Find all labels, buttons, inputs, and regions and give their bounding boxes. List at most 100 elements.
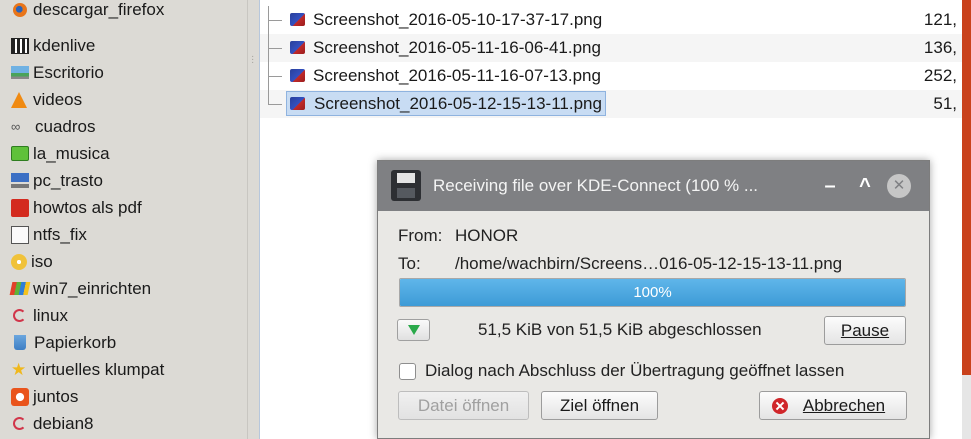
open-file-label: Datei öffnen <box>417 396 510 415</box>
splitter-grip: · · · <box>251 51 255 68</box>
keep-open-checkbox[interactable] <box>399 363 416 380</box>
triangle-down-icon <box>408 325 420 335</box>
computer-icon <box>11 173 29 188</box>
folder-green-icon <box>11 146 29 161</box>
ubuntu-icon <box>11 387 29 406</box>
place-juntos[interactable]: juntos <box>11 383 78 410</box>
place-label: virtuelles klumpat <box>33 359 165 379</box>
file-row[interactable]: Screenshot_2016-05-11-16-07-13.png 252, <box>260 62 963 90</box>
open-destination-button[interactable]: Ziel öffnen <box>541 391 658 420</box>
place-label: videos <box>33 89 83 109</box>
to-value: /home/wachbirn/Screens…016-05-12-15-13-1… <box>455 254 843 273</box>
cancel-icon <box>772 398 788 414</box>
place-kdenlive[interactable]: kdenlive <box>11 32 95 59</box>
details-toggle-button[interactable] <box>397 319 430 341</box>
place-label: la_musica <box>33 143 110 163</box>
vlc-cone-icon <box>11 91 27 108</box>
document-icon <box>11 225 29 244</box>
file-row[interactable]: Screenshot_2016-05-10-17-37-17.png 121, <box>260 6 963 34</box>
place-label: howtos als pdf <box>33 197 142 217</box>
dialog-titlebar[interactable]: Receiving file over KDE-Connect (100 % .… <box>378 161 929 211</box>
place-videos[interactable]: videos <box>11 86 82 113</box>
tree-line <box>268 76 282 77</box>
image-file-icon <box>290 41 305 54</box>
place-label: kdenlive <box>33 35 96 55</box>
tree-line <box>268 48 282 49</box>
place-label: Papierkorb <box>34 332 117 352</box>
places-panel: descargar_firefox kdenlive Escritorio vi… <box>0 0 247 439</box>
place-label: pc_trasto <box>33 170 103 190</box>
file-size: 252, <box>923 66 957 85</box>
debian-swirl-icon <box>13 309 26 322</box>
debian-swirl-icon <box>13 417 26 430</box>
place-iso[interactable]: iso <box>11 248 53 275</box>
place-label: cuadros <box>35 116 96 136</box>
file-size: 51, <box>933 94 957 113</box>
pause-label: Pause <box>840 321 890 340</box>
file-size: 136, <box>923 38 957 57</box>
pause-button[interactable]: Pause <box>824 316 906 345</box>
file-row[interactable]: Screenshot_2016-05-11-16-06-41.png 136, <box>260 34 963 62</box>
place-label: Escritorio <box>33 62 104 82</box>
place-descargar-firefox[interactable]: descargar_firefox <box>11 0 164 23</box>
floppy-save-icon <box>391 170 421 201</box>
cancel-button[interactable]: Abbrechen <box>759 391 907 420</box>
place-label: linux <box>33 305 68 325</box>
open-file-button[interactable]: Datei öffnen <box>398 391 529 420</box>
place-howtos-als-pdf[interactable]: howtos als pdf <box>11 194 142 221</box>
star-icon: ★ <box>11 359 27 379</box>
progress-text: 100% <box>633 284 672 301</box>
infinity-icon: ∞ <box>11 118 21 134</box>
to-label: To: <box>398 254 421 273</box>
close-button[interactable]: ✕ <box>887 174 911 198</box>
trash-icon <box>14 335 26 350</box>
image-file-icon <box>290 97 305 110</box>
image-file-icon <box>290 13 305 26</box>
place-cuadros[interactable]: ∞ cuadros <box>11 113 95 140</box>
kde-connect-transfer-dialog: Receiving file over KDE-Connect (100 % .… <box>377 160 930 439</box>
transfer-status: 51,5 KiB von 51,5 KiB abgeschlossen <box>478 320 762 339</box>
clapperboard-icon <box>11 37 29 54</box>
progress-bar: 100% <box>399 278 906 307</box>
file-name: Screenshot_2016-05-10-17-37-17.png <box>313 10 603 29</box>
tree-line <box>268 20 282 21</box>
place-label: win7_einrichten <box>33 278 152 298</box>
place-label: ntfs_fix <box>33 224 87 244</box>
file-size: 121, <box>923 10 957 29</box>
window-edge <box>962 0 971 439</box>
place-label: iso <box>31 251 53 271</box>
file-name: Screenshot_2016-05-11-16-06-41.png <box>313 38 601 57</box>
maximize-button[interactable]: ^ <box>853 174 877 198</box>
window-edge-lower <box>962 375 971 439</box>
place-label: debian8 <box>33 413 94 433</box>
place-la-musica[interactable]: la_musica <box>11 140 110 167</box>
pdf-icon <box>11 198 29 217</box>
dialog-title: Receiving file over KDE-Connect (100 % .… <box>433 176 759 195</box>
file-row-selected[interactable]: Screenshot_2016-05-12-15-13-11.png 51, <box>260 90 963 118</box>
open-destination-label: Ziel öffnen <box>559 396 640 415</box>
place-virtuelles-klumpat[interactable]: ★ virtuelles klumpat <box>11 356 164 383</box>
place-label: juntos <box>33 386 79 406</box>
disc-icon <box>11 253 27 270</box>
file-name: Screenshot_2016-05-12-15-13-11.png <box>286 91 606 116</box>
minimize-button[interactable]: – <box>818 174 842 198</box>
cancel-label: Abbrechen <box>802 396 886 415</box>
from-value: HONOR <box>455 226 519 245</box>
image-file-icon <box>290 69 305 82</box>
place-debian8[interactable]: debian8 <box>11 410 94 437</box>
firefox-icon <box>13 2 27 17</box>
tree-line <box>268 90 269 104</box>
place-win7-einrichten[interactable]: win7_einrichten <box>9 275 152 302</box>
file-name: Screenshot_2016-05-11-16-07-13.png <box>313 66 601 85</box>
keep-open-label[interactable]: Dialog nach Abschluss der Übertragung ge… <box>425 361 844 381</box>
panel-splitter[interactable]: · · · <box>247 0 259 439</box>
place-ntfs-fix[interactable]: ntfs_fix <box>11 221 87 248</box>
place-papierkorb[interactable]: Papierkorb <box>11 329 116 356</box>
place-pc-trasto[interactable]: pc_trasto <box>11 167 103 194</box>
windows-flag-icon <box>9 282 31 295</box>
from-label: From: <box>398 226 443 245</box>
place-escritorio[interactable]: Escritorio <box>11 59 104 86</box>
place-linux[interactable]: linux <box>11 302 68 329</box>
desktop-icon <box>11 66 29 79</box>
place-label: descargar_firefox <box>33 0 165 19</box>
